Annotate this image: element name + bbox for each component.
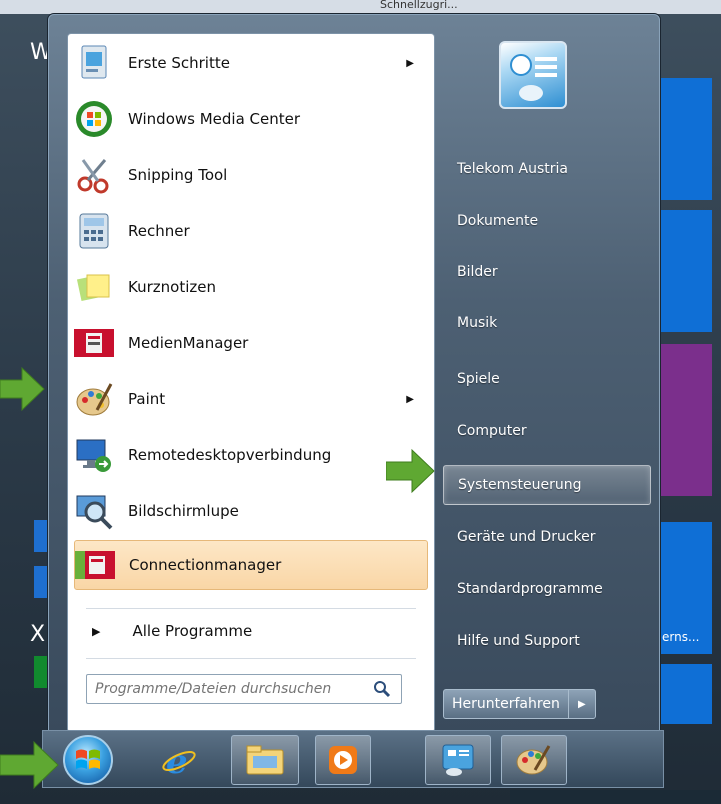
taskbar: e <box>42 730 664 788</box>
background-tile <box>660 344 712 496</box>
scissors-icon <box>74 155 114 195</box>
user-picture[interactable] <box>499 41 567 109</box>
start-button[interactable] <box>63 735 113 785</box>
places-pane: Telekom Austria Dokumente Bilder Musik S… <box>443 35 653 725</box>
all-programs-label: Alle Programme <box>132 622 253 640</box>
program-kurznotizen[interactable]: Kurznotizen <box>74 262 428 312</box>
windows-media-center-icon <box>74 99 114 139</box>
background-tile <box>660 210 712 332</box>
paint-palette-icon <box>74 379 114 419</box>
expand-arrow-icon: ▶ <box>92 624 101 638</box>
remote-desktop-icon <box>74 435 114 475</box>
submenu-arrow-icon: ▶ <box>406 57 414 69</box>
program-label: Connectionmanager <box>129 556 282 574</box>
separator <box>86 658 416 659</box>
program-paint[interactable]: Paint ▶ <box>74 374 428 424</box>
green-arrow-icon <box>386 448 435 494</box>
places-dokumente[interactable]: Dokumente <box>443 201 651 241</box>
sticky-notes-icon <box>74 267 114 307</box>
background-window-strip: Schnellzugri... <box>0 0 721 14</box>
places-computer[interactable]: Computer <box>443 411 651 451</box>
background-strip-text: Schnellzugri... <box>380 0 458 11</box>
program-erste-schritte[interactable]: Erste Schritte ▶ <box>74 38 428 88</box>
shutdown-button-group: Herunterfahren ▶ <box>443 689 596 719</box>
program-remotedesktopverbindung[interactable]: Remotedesktopverbindung <box>74 430 428 480</box>
separator <box>86 608 416 609</box>
places-spiele[interactable]: Spiele <box>443 359 651 399</box>
program-label: Paint <box>128 390 166 408</box>
shutdown-button[interactable]: Herunterfahren <box>444 690 569 718</box>
search-input[interactable] <box>87 681 357 697</box>
background-tile <box>660 78 712 200</box>
file-explorer-icon <box>246 745 284 775</box>
all-programs-button[interactable]: ▶ Alle Programme <box>78 614 418 648</box>
tile-caption: erns... <box>662 630 700 644</box>
submenu-arrow-icon: ▶ <box>406 393 414 405</box>
places-standardprogramme[interactable]: Standardprogramme <box>443 569 651 609</box>
places-systemsteuerung[interactable]: Systemsteuerung <box>443 465 651 505</box>
search-box[interactable] <box>86 674 402 704</box>
internet-explorer-icon: e <box>162 742 196 779</box>
places-telekom-austria[interactable]: Telekom Austria <box>443 149 651 189</box>
background-tile <box>510 790 721 804</box>
control-panel-icon <box>442 744 474 776</box>
background-tile <box>660 664 712 724</box>
taskbar-media-player[interactable] <box>315 735 371 785</box>
program-medienmanager[interactable]: MedienManager <box>74 318 428 368</box>
background-letter-x: X <box>30 622 46 647</box>
getting-started-icon <box>74 43 114 83</box>
background-tile: erns... <box>660 522 712 654</box>
program-windows-media-center[interactable]: Windows Media Center <box>74 94 428 144</box>
program-rechner[interactable]: Rechner <box>74 206 428 256</box>
green-arrow-icon <box>0 740 59 790</box>
start-menu: Erste Schritte ▶ Windows Media Center Sn… <box>48 14 660 736</box>
program-label: Rechner <box>128 222 190 240</box>
program-connectionmanager[interactable]: Connectionmanager <box>74 540 428 590</box>
places-geraete-und-drucker[interactable]: Geräte und Drucker <box>443 517 651 557</box>
shutdown-options-arrow-icon[interactable]: ▶ <box>569 690 595 718</box>
medienmanager-icon <box>74 323 114 363</box>
program-snipping-tool[interactable]: Snipping Tool <box>74 150 428 200</box>
calculator-icon <box>74 211 114 251</box>
programs-pane: Erste Schritte ▶ Windows Media Center Sn… <box>67 33 435 733</box>
program-bildschirmlupe[interactable]: Bildschirmlupe <box>74 486 428 536</box>
green-arrow-icon <box>0 366 45 412</box>
program-label: Remotedesktopverbindung <box>128 446 332 464</box>
program-label: Bildschirmlupe <box>128 502 239 520</box>
program-label: Snipping Tool <box>128 166 228 184</box>
windows-logo-icon <box>76 749 100 769</box>
connectionmanager-icon <box>75 545 115 585</box>
taskbar-internet-explorer[interactable]: e <box>149 735 209 785</box>
paint-palette-icon <box>516 745 551 775</box>
program-label: Erste Schritte <box>128 54 230 72</box>
magnifier-icon <box>74 491 114 531</box>
taskbar-paint[interactable] <box>501 735 567 785</box>
program-label: Kurznotizen <box>128 278 216 296</box>
places-bilder[interactable]: Bilder <box>443 252 651 292</box>
search-icon[interactable] <box>373 680 391 698</box>
program-label: Windows Media Center <box>128 110 301 128</box>
taskbar-connectionmanager[interactable] <box>425 735 491 785</box>
places-musik[interactable]: Musik <box>443 303 651 343</box>
media-player-icon <box>329 746 357 774</box>
places-hilfe-und-support[interactable]: Hilfe und Support <box>443 621 651 661</box>
taskbar-file-explorer[interactable] <box>231 735 299 785</box>
program-label: MedienManager <box>128 334 249 352</box>
